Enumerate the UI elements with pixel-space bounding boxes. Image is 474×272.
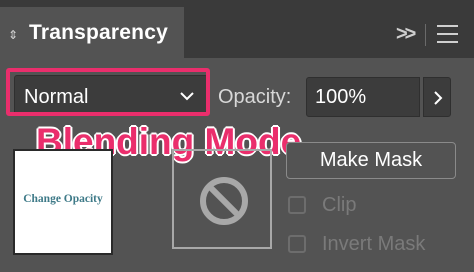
opacity-mask-thumbnail[interactable]	[172, 149, 272, 249]
opacity-slider-button[interactable]	[423, 77, 451, 117]
hamburger-menu-icon[interactable]	[437, 25, 458, 43]
panel-tab-bar: ⇕ Transparency >>	[0, 0, 474, 58]
divider	[425, 24, 426, 46]
panel-title: Transparency	[29, 21, 168, 44]
chevron-right-icon	[434, 91, 443, 105]
chevron-down-icon	[180, 92, 194, 101]
invert-mask-label: Invert Mask	[322, 233, 426, 255]
collapse-panel-icon[interactable]: >>	[396, 24, 416, 44]
make-mask-button[interactable]: Make Mask	[286, 142, 456, 179]
opacity-input[interactable]: 100%	[306, 77, 420, 117]
panel-collapse-toggle-icon[interactable]: ⇕	[8, 29, 18, 41]
clip-checkbox[interactable]	[288, 196, 306, 214]
thumbnail-text: Change Opacity	[23, 193, 103, 205]
transparency-tab[interactable]: ⇕ Transparency	[0, 7, 184, 58]
opacity-label: Opacity:	[218, 86, 292, 108]
blending-mode-dropdown[interactable]: Normal	[14, 75, 208, 115]
clip-label: Clip	[322, 194, 357, 216]
blending-mode-value: Normal	[24, 86, 89, 108]
artwork-thumbnail[interactable]: Change Opacity	[13, 149, 113, 255]
invert-mask-checkbox[interactable]	[288, 235, 306, 253]
no-mask-icon	[200, 177, 248, 225]
